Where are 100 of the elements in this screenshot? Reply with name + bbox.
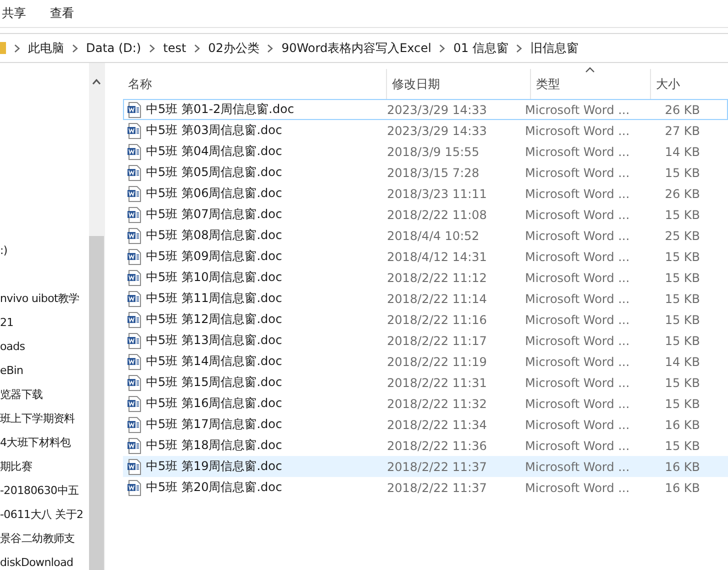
file-size: 16 KB <box>664 460 700 474</box>
modified-date: 2018/2/22 11:34 <box>387 418 487 432</box>
word-document-icon <box>127 164 141 180</box>
word-document-icon <box>127 312 141 328</box>
modified-date: 2018/2/22 11:32 <box>387 396 487 410</box>
ribbon-tab[interactable]: 查看 <box>50 5 74 22</box>
nav-item[interactable]: eBin <box>0 359 89 383</box>
nav-item[interactable]: -20180630中五 <box>0 479 89 503</box>
file-name: 中5班 第19周信息窗.doc <box>146 458 282 475</box>
file-size: 15 KB <box>664 292 700 306</box>
chevron-icon <box>439 44 446 52</box>
word-document-icon <box>127 102 141 118</box>
breadcrumb-item[interactable]: test <box>163 41 186 55</box>
word-document-icon <box>127 206 141 222</box>
word-document-icon <box>127 186 141 202</box>
modified-date: 2018/2/22 11:08 <box>387 208 487 222</box>
file-row[interactable]: 中5班 第04周信息窗.doc 2018/3/9 15:55 Microsoft Word ... 14 KB <box>123 141 728 162</box>
file-type: Microsoft Word ... <box>525 186 630 200</box>
file-name: 中5班 第09周信息窗.doc <box>146 248 282 265</box>
chevron-icon <box>149 44 156 52</box>
breadcrumb-item[interactable]: Data (D:) <box>86 41 142 55</box>
word-document-icon <box>127 374 141 390</box>
scrollbar[interactable] <box>89 63 104 570</box>
file-name: 中5班 第16周信息窗.doc <box>146 395 282 412</box>
nav-item[interactable]: nvivo uibot教学 <box>0 287 89 311</box>
nav-item[interactable]: -0611大八 关于2 <box>0 503 89 527</box>
column-header[interactable]: 名称 <box>123 69 387 99</box>
modified-date: 2018/3/23 11:11 <box>387 186 487 200</box>
breadcrumb-item[interactable]: 此电脑 <box>28 40 64 56</box>
file-name: 中5班 第03周信息窗.doc <box>146 122 282 139</box>
word-document-icon <box>127 332 141 348</box>
modified-date: 2023/3/29 14:33 <box>387 102 487 116</box>
file-type: Microsoft Word ... <box>525 250 630 264</box>
file-size: 14 KB <box>664 354 700 368</box>
file-size: 15 KB <box>664 270 700 284</box>
nav-item[interactable]: 期比赛 <box>0 455 89 479</box>
file-row[interactable]: 中5班 第19周信息窗.doc 2018/2/22 11:37 Microsoft Word ... 16 KB <box>123 456 728 477</box>
ribbon-tab[interactable]: 共享 <box>2 5 26 22</box>
nav-item[interactable]: 班上下学期资料 <box>0 407 89 431</box>
folder-icon <box>0 41 6 55</box>
modified-date: 2018/4/4 10:52 <box>387 228 480 242</box>
file-row[interactable]: 中5班 第06周信息窗.doc 2018/3/23 11:11 Microsoft Word ... 26 KB <box>123 183 728 204</box>
scroll-up-icon[interactable] <box>92 79 101 85</box>
file-size: 16 KB <box>664 418 700 432</box>
file-row[interactable]: 中5班 第20周信息窗.doc 2018/2/22 11:37 Microsoft Word ... 16 KB <box>123 477 728 498</box>
nav-item[interactable]: oads <box>0 335 89 359</box>
file-row[interactable]: 中5班 第14周信息窗.doc 2018/2/22 11:19 Microsoft Word ... 14 KB <box>123 351 728 372</box>
column-header[interactable]: 类型 <box>531 69 651 99</box>
breadcrumb-item[interactable]: 90Word表格内容写入Excel <box>281 40 432 56</box>
file-row[interactable]: 中5班 第11周信息窗.doc 2018/2/22 11:14 Microsoft Word ... 15 KB <box>123 288 728 309</box>
file-row[interactable]: 中5班 第07周信息窗.doc 2018/2/22 11:08 Microsoft Word ... 15 KB <box>123 204 728 225</box>
file-row[interactable]: 中5班 第09周信息窗.doc 2018/4/12 14:31 Microsoft Word ... 15 KB <box>123 246 728 267</box>
file-row[interactable]: 中5班 第15周信息窗.doc 2018/2/22 11:31 Microsoft Word ... 15 KB <box>123 372 728 393</box>
file-name: 中5班 第20周信息窗.doc <box>146 479 282 496</box>
word-document-icon <box>127 228 141 244</box>
column-header[interactable]: 大小 <box>651 69 728 99</box>
file-row[interactable]: 中5班 第08周信息窗.doc 2018/4/4 10:52 Microsoft Word ... 25 KB <box>123 225 728 246</box>
file-name: 中5班 第13周信息窗.doc <box>146 332 282 349</box>
word-document-icon <box>127 248 141 264</box>
file-row[interactable]: 中5班 第03周信息窗.doc 2023/3/29 14:33 Microsoft Word ... 27 KB <box>123 120 728 141</box>
breadcrumb-item[interactable]: 02办公类 <box>208 40 260 56</box>
file-size: 15 KB <box>664 250 700 264</box>
file-row[interactable]: 中5班 第05周信息窗.doc 2018/3/15 7:28 Microsoft Word ... 15 KB <box>123 162 728 183</box>
column-header[interactable]: 修改日期 <box>387 69 531 99</box>
file-type: Microsoft Word ... <box>525 270 630 284</box>
breadcrumb-item[interactable]: 旧信息窗 <box>530 40 578 56</box>
file-size: 26 KB <box>664 102 700 116</box>
file-type: Microsoft Word ... <box>525 228 630 242</box>
file-name: 中5班 第07周信息窗.doc <box>146 206 282 223</box>
breadcrumb-item[interactable]: 01 信息窗 <box>453 40 508 56</box>
file-size: 16 KB <box>664 480 700 494</box>
nav-item[interactable]: 4大班下材料包 <box>0 431 89 455</box>
file-row[interactable]: 中5班 第17周信息窗.doc 2018/2/22 11:34 Microsoft Word ... 16 KB <box>123 414 728 435</box>
file-type: Microsoft Word ... <box>525 334 630 348</box>
file-type: Microsoft Word ... <box>525 438 630 452</box>
nav-item[interactable]: :) <box>0 239 89 263</box>
file-row[interactable]: 中5班 第18周信息窗.doc 2018/2/22 11:36 Microsoft Word ... 15 KB <box>123 435 728 456</box>
nav-item[interactable]: diskDownload <box>0 551 89 570</box>
file-row[interactable]: 中5班 第01-2周信息窗.doc 2023/3/29 14:33 Microsoft Word ... 26 KB <box>123 99 728 120</box>
file-type: Microsoft Word ... <box>525 396 630 410</box>
file-name: 中5班 第08周信息窗.doc <box>146 227 282 244</box>
word-document-icon <box>127 122 141 138</box>
file-type: Microsoft Word ... <box>525 166 630 180</box>
file-size: 15 KB <box>664 312 700 326</box>
modified-date: 2018/2/22 11:37 <box>387 460 487 474</box>
file-row[interactable]: 中5班 第16周信息窗.doc 2018/2/22 11:32 Microsoft Word ... 15 KB <box>123 393 728 414</box>
modified-date: 2018/2/22 11:17 <box>387 334 487 348</box>
modified-date: 2018/2/22 11:37 <box>387 480 487 494</box>
scroll-thumb[interactable] <box>89 236 104 570</box>
nav-item[interactable]: 览器下载 <box>0 383 89 407</box>
file-row[interactable]: 中5班 第10周信息窗.doc 2018/2/22 11:12 Microsoft Word ... 15 KB <box>123 267 728 288</box>
file-name: 中5班 第18周信息窗.doc <box>146 437 282 454</box>
file-name: 中5班 第10周信息窗.doc <box>146 269 282 286</box>
nav-item[interactable]: 21 <box>0 311 89 335</box>
modified-date: 2018/2/22 11:19 <box>387 354 487 368</box>
file-type: Microsoft Word ... <box>525 102 630 116</box>
address-bar[interactable]: 此电脑 Data (D:) test 02办公类 90Word表格内容写入Excel 01 信息窗 旧信息窗 <box>0 33 728 63</box>
nav-item[interactable]: 景谷二幼教师支 <box>0 527 89 551</box>
file-row[interactable]: 中5班 第12周信息窗.doc 2018/2/22 11:16 Microsoft Word ... 15 KB <box>123 309 728 330</box>
file-row[interactable]: 中5班 第13周信息窗.doc 2018/2/22 11:17 Microsoft Word ... 15 KB <box>123 330 728 351</box>
